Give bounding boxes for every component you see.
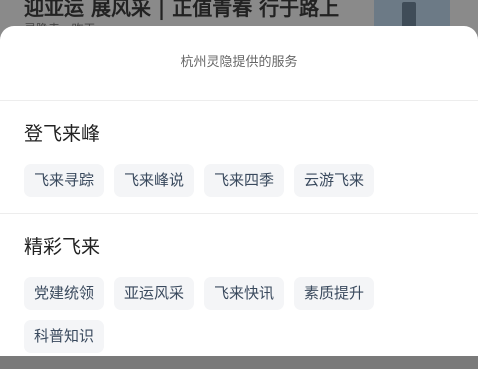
- service-list: 党建统领 亚运风采 飞来快讯 素质提升 科普知识: [24, 260, 464, 369]
- service-list: 飞来寻踪 飞来峰说 飞来四季 云游飞来: [24, 147, 464, 213]
- service-chip-feilai-siji[interactable]: 飞来四季: [204, 164, 285, 197]
- service-chip-yayun-fengcai[interactable]: 亚运风采: [114, 277, 195, 310]
- section-heading: 登飞来峰: [24, 123, 101, 145]
- services-bottom-sheet: 杭州灵隐提供的服务 登飞来峰 飞来寻踪 飞来峰说 飞来四季 云游飞来 精彩飞来 …: [0, 26, 478, 356]
- service-chip-yunyou-feilai[interactable]: 云游飞来: [294, 164, 375, 197]
- service-chip-feilai-xunzong[interactable]: 飞来寻踪: [24, 164, 105, 197]
- service-chip-suzhi-tisheng[interactable]: 素质提升: [294, 277, 375, 310]
- service-chip-feilai-kuaixun[interactable]: 飞来快讯: [204, 277, 285, 310]
- section-jingcai-feilai: 精彩飞来 党建统领 亚运风采 飞来快讯 素质提升 科普知识: [0, 213, 478, 369]
- article-headline: 迎亚运 展风采 | 正值青春 行于路上: [24, 0, 340, 20]
- sheet-title: 杭州灵隐提供的服务: [0, 26, 478, 101]
- service-chip-dangjian-tongling[interactable]: 党建统领: [24, 277, 105, 310]
- section-deng-feilaifeng: 登飞来峰 飞来寻踪 飞来峰说 飞来四季 云游飞来: [0, 101, 478, 213]
- service-chip-feilaifeng-shuo[interactable]: 飞来峰说: [114, 164, 195, 197]
- section-heading: 精彩飞来: [24, 236, 101, 258]
- service-chip-kepu-zhishi[interactable]: 科普知识: [24, 320, 105, 353]
